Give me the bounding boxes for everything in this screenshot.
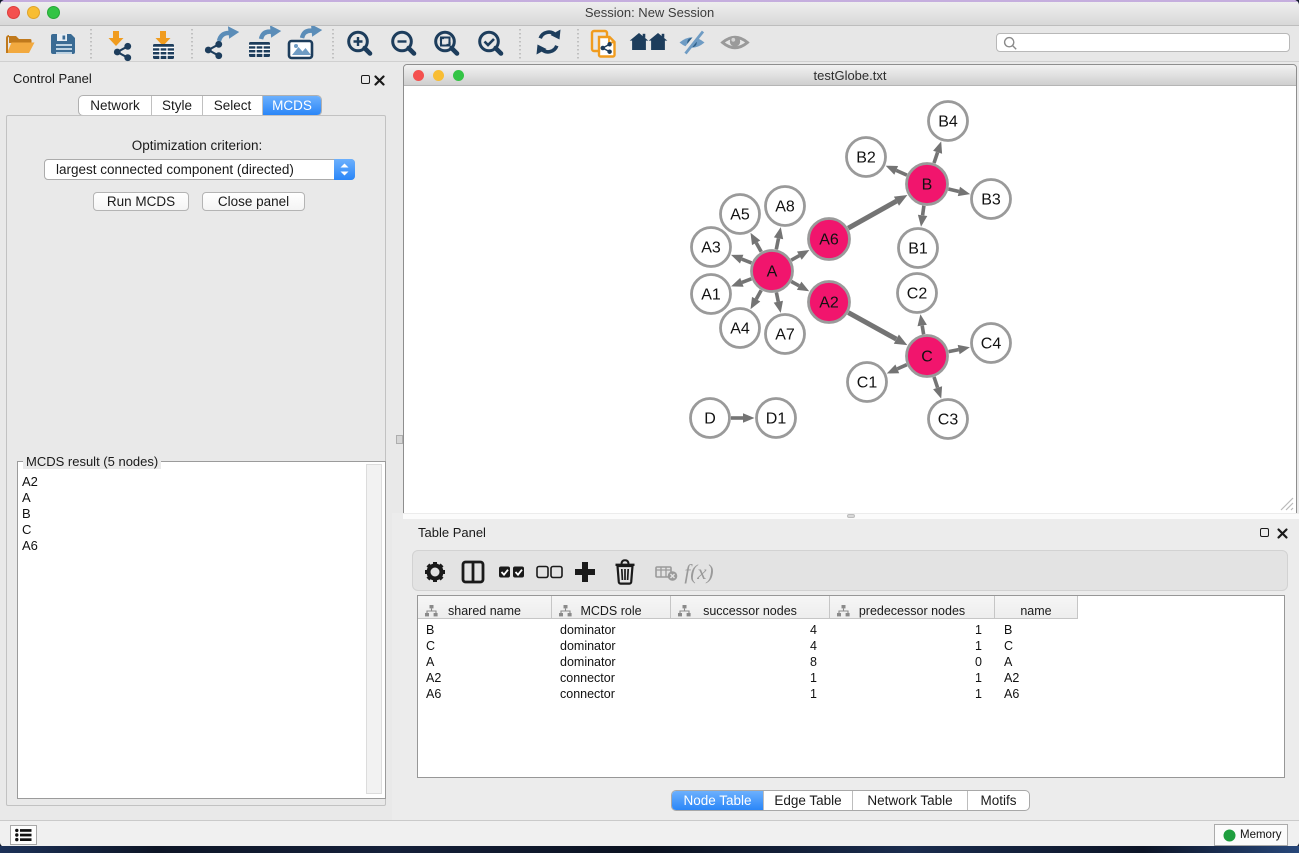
svg-text:A4: A4 [730,321,750,338]
svg-text:C: C [921,349,933,366]
svg-text:C4: C4 [981,336,1002,353]
svg-text:B3: B3 [981,192,1001,209]
svg-text:C3: C3 [938,412,959,429]
svg-text:A5: A5 [730,207,750,224]
svg-text:A6: A6 [819,232,839,249]
svg-text:A1: A1 [701,287,721,304]
svg-text:B2: B2 [856,150,876,167]
svg-text:C1: C1 [857,375,878,392]
svg-text:B1: B1 [908,241,928,258]
svg-text:A3: A3 [701,240,721,257]
svg-text:A8: A8 [775,199,795,216]
svg-text:f(x): f(x) [684,560,713,584]
svg-text:A2: A2 [819,295,839,312]
svg-text:C2: C2 [907,286,928,303]
svg-text:A: A [767,264,778,281]
svg-text:B4: B4 [938,114,958,131]
svg-text:D: D [704,411,716,428]
svg-text:D1: D1 [766,411,787,428]
svg-text:A7: A7 [775,327,795,344]
svg-text:B: B [922,177,933,194]
